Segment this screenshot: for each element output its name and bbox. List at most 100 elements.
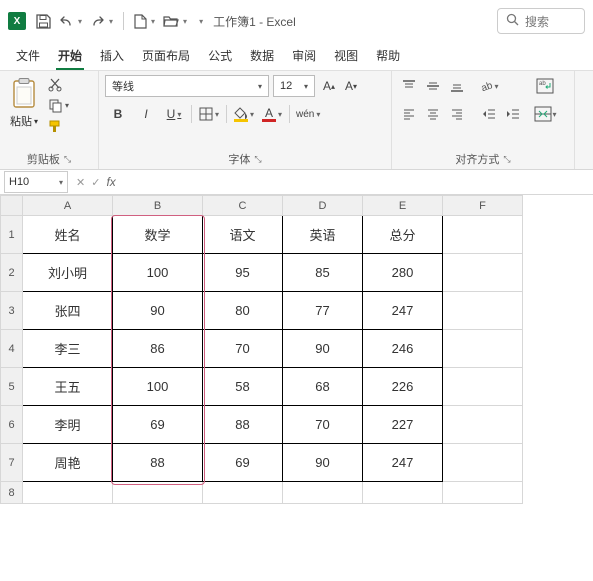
cell-A2[interactable]: 刘小明 [23,254,113,292]
cell-F8[interactable] [443,482,523,504]
name-box[interactable]: H10 ▾ [4,171,68,193]
chevron-down-icon[interactable]: ▾ [59,178,63,187]
fx-icon[interactable]: fx [106,175,115,189]
cell-B5[interactable]: 100 [113,368,203,406]
cell-B6[interactable]: 69 [113,406,203,444]
cell-E8[interactable] [363,482,443,504]
tab-review[interactable]: 审阅 [290,43,318,70]
phonetic-guide-button[interactable]: wén [294,103,322,125]
row-header-8[interactable]: 8 [1,482,23,504]
cancel-formula-icon[interactable]: ✕ [76,176,85,189]
cell-C7[interactable]: 69 [203,444,283,482]
cell-D3[interactable]: 77 [283,292,363,330]
tab-view[interactable]: 视图 [332,43,360,70]
increase-font-icon[interactable]: A▴ [319,76,339,96]
new-file-icon[interactable] [134,14,147,29]
copy-icon[interactable]: ▾ [48,98,69,113]
decrease-font-icon[interactable]: A▾ [341,76,361,96]
align-center-icon[interactable] [422,103,444,125]
font-name-combo[interactable]: 等线 ▾ [105,75,269,97]
undo-dropdown-icon[interactable]: ▾ [78,17,82,26]
cell-F7[interactable] [443,444,523,482]
select-all-corner[interactable] [1,196,23,216]
tab-insert[interactable]: 插入 [98,43,126,70]
cell-A4[interactable]: 李三 [23,330,113,368]
col-header-C[interactable]: C [203,196,283,216]
wrap-text-icon[interactable]: ab [534,75,556,97]
row-header-4[interactable]: 4 [1,330,23,368]
row-header-7[interactable]: 7 [1,444,23,482]
cell-E3[interactable]: 247 [363,292,443,330]
cell-D1[interactable]: 英语 [283,216,363,254]
formula-input[interactable] [120,171,593,193]
underline-button[interactable]: U [161,103,187,125]
redo-icon[interactable] [90,14,105,29]
qat-customize-icon[interactable]: ▾ [199,17,203,26]
merge-center-icon[interactable] [534,103,556,125]
align-top-icon[interactable] [398,75,420,97]
cell-E7[interactable]: 247 [363,444,443,482]
col-header-A[interactable]: A [23,196,113,216]
cell-B1[interactable]: 数学 [113,216,203,254]
col-header-E[interactable]: E [363,196,443,216]
cell-D2[interactable]: 85 [283,254,363,292]
font-color-button[interactable]: A [259,103,285,125]
cell-C8[interactable] [203,482,283,504]
cell-F1[interactable] [443,216,523,254]
orientation-icon[interactable]: ab [478,75,500,97]
fill-color-button[interactable] [231,103,257,125]
cell-F2[interactable] [443,254,523,292]
cell-A8[interactable] [23,482,113,504]
open-folder-dropdown-icon[interactable]: ▾ [183,17,187,26]
cell-A3[interactable]: 张四 [23,292,113,330]
tab-help[interactable]: 帮助 [374,43,402,70]
col-header-D[interactable]: D [283,196,363,216]
align-left-icon[interactable] [398,103,420,125]
cell-E5[interactable]: 226 [363,368,443,406]
cell-A1[interactable]: 姓名 [23,216,113,254]
row-header-3[interactable]: 3 [1,292,23,330]
cell-C1[interactable]: 语文 [203,216,283,254]
alignment-launcher-icon[interactable]: ⤡ [503,154,510,165]
open-folder-icon[interactable] [163,15,179,28]
cell-A6[interactable]: 李明 [23,406,113,444]
tab-page-layout[interactable]: 页面布局 [140,43,192,70]
align-middle-icon[interactable] [422,75,444,97]
col-header-B[interactable]: B [113,196,203,216]
new-file-dropdown-icon[interactable]: ▾ [151,17,155,26]
borders-button[interactable] [196,103,222,125]
cell-E6[interactable]: 227 [363,406,443,444]
cell-B7[interactable]: 88 [113,444,203,482]
cell-B4[interactable]: 86 [113,330,203,368]
row-header-5[interactable]: 5 [1,368,23,406]
cell-B8[interactable] [113,482,203,504]
cell-E1[interactable]: 总分 [363,216,443,254]
cell-F4[interactable] [443,330,523,368]
cell-F6[interactable] [443,406,523,444]
tab-data[interactable]: 数据 [248,43,276,70]
confirm-formula-icon[interactable]: ✓ [91,176,100,189]
col-header-F[interactable]: F [443,196,523,216]
cell-E4[interactable]: 246 [363,330,443,368]
row-header-2[interactable]: 2 [1,254,23,292]
save-icon[interactable] [36,14,51,29]
clipboard-launcher-icon[interactable]: ⤡ [64,154,71,165]
undo-icon[interactable] [59,14,74,29]
redo-dropdown-icon[interactable]: ▾ [109,17,113,26]
cell-C3[interactable]: 80 [203,292,283,330]
tab-formulas[interactable]: 公式 [206,43,234,70]
cell-F5[interactable] [443,368,523,406]
font-launcher-icon[interactable]: ⤡ [254,154,261,165]
cell-C4[interactable]: 70 [203,330,283,368]
cell-C2[interactable]: 95 [203,254,283,292]
bold-button[interactable]: B [105,103,131,125]
cell-F3[interactable] [443,292,523,330]
cell-B2[interactable]: 100 [113,254,203,292]
cell-B3[interactable]: 90 [113,292,203,330]
italic-button[interactable]: I [133,103,159,125]
align-right-icon[interactable] [446,103,468,125]
font-size-combo[interactable]: 12 ▾ [273,75,315,97]
cut-icon[interactable] [48,77,69,92]
cell-D8[interactable] [283,482,363,504]
cell-C6[interactable]: 88 [203,406,283,444]
